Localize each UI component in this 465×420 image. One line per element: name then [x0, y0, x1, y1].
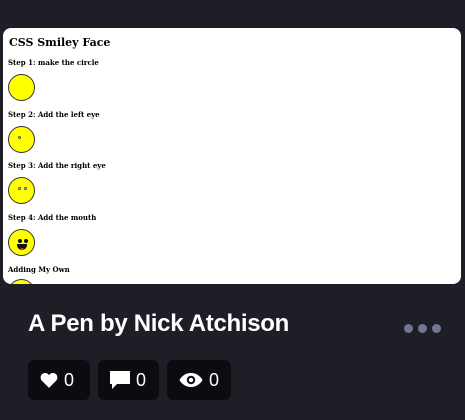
right-eye [24, 239, 28, 243]
preview-heading: CSS Smiley Face [9, 36, 111, 49]
comment-icon [110, 370, 130, 390]
smiley-both-eyes [8, 177, 35, 204]
preview-step-3: Step 3: Add the right eye [8, 161, 106, 170]
preview-step-1: Step 1: make the circle [8, 58, 99, 67]
comment-count: 0 [136, 369, 147, 390]
pen-title[interactable]: A Pen by Nick Atchison [28, 310, 289, 338]
smiley-left-eye [8, 126, 35, 153]
more-dot-icon [418, 323, 427, 333]
comment-button[interactable]: 0 [98, 360, 159, 400]
left-eye [18, 239, 22, 243]
smiley-own [8, 279, 35, 284]
like-count: 0 [64, 369, 75, 390]
mouth [17, 244, 27, 250]
pen-card: CSS Smiley Face Step 1: make the circle … [0, 0, 465, 420]
smiley-circle [8, 74, 35, 101]
preview-step-5: Adding My Own [8, 265, 70, 274]
view-count: 0 [209, 369, 220, 390]
preview-step-4: Step 4: Add the mouth [8, 213, 97, 222]
smiley-with-mouth [8, 229, 35, 256]
left-eye [18, 136, 21, 139]
pen-preview[interactable]: CSS Smiley Face Step 1: make the circle … [3, 28, 461, 284]
preview-step-2: Step 2: Add the left eye [8, 110, 100, 119]
eye-icon [179, 372, 203, 388]
right-eye [24, 187, 27, 190]
like-button[interactable]: 0 [28, 360, 90, 400]
more-options-button[interactable] [404, 321, 448, 335]
more-dot-icon [404, 323, 413, 333]
heart-icon [40, 372, 58, 388]
more-dot-icon [432, 323, 441, 333]
left-eye [18, 187, 21, 190]
views-button[interactable]: 0 [167, 360, 231, 400]
